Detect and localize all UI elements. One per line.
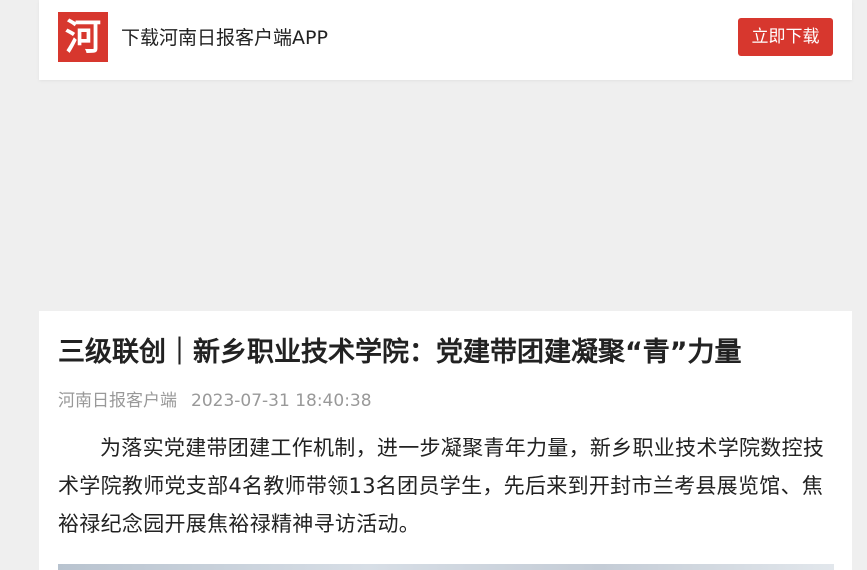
app-download-banner: 河 下载河南日报客户端APP 立即下载 <box>39 0 852 80</box>
article-datetime: 2023-07-31 18:40:38 <box>191 391 372 411</box>
article-source: 河南日报客户端 <box>58 391 177 411</box>
article-card: 三级联创｜新乡职业技术学院：党建带团建凝聚“青”力量 河南日报客户端 2023-0… <box>39 311 852 570</box>
article-title: 三级联创｜新乡职业技术学院：党建带团建凝聚“青”力量 <box>58 337 742 368</box>
article-meta: 河南日报客户端 2023-07-31 18:40:38 <box>58 389 372 413</box>
article-paragraph: 为落实党建带团建工作机制，进一步凝聚青年力量，新乡职业技术学院数控技术学院教师党… <box>58 436 825 536</box>
banner-text: 下载河南日报客户端APP <box>121 27 328 49</box>
henan-daily-logo: 河 <box>58 12 108 62</box>
download-now-button[interactable]: 立即下载 <box>738 18 833 56</box>
article-image <box>58 564 834 570</box>
